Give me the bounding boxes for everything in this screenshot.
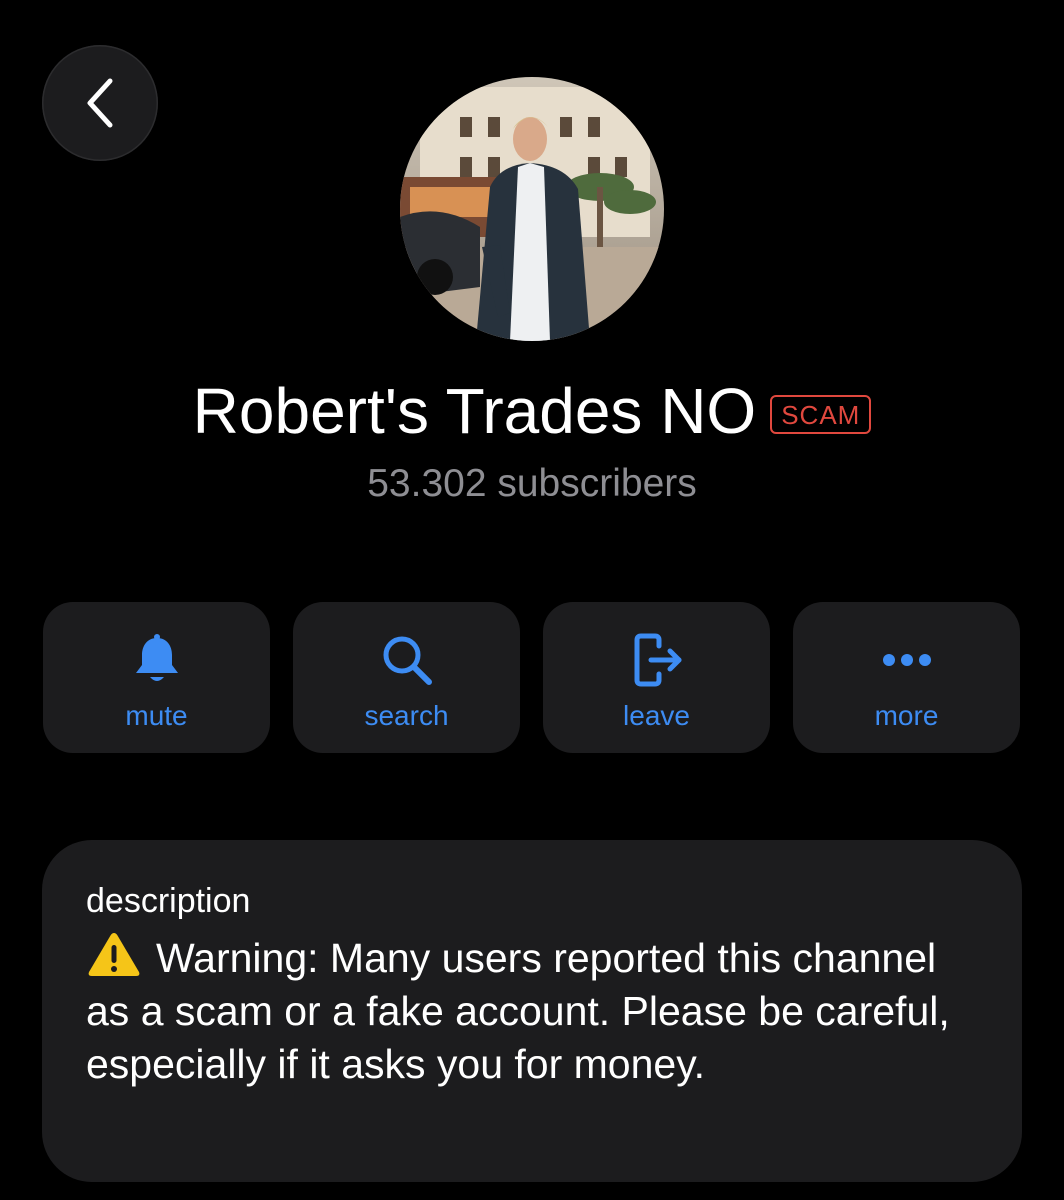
channel-title-row: Robert's Trades NO SCAM (0, 373, 1064, 449)
warning-icon (86, 930, 142, 978)
search-button[interactable]: search (293, 602, 520, 753)
bell-icon (127, 632, 187, 688)
leave-button[interactable]: leave (543, 602, 770, 753)
leave-label: leave (623, 700, 690, 731)
mute-button[interactable]: mute (43, 602, 270, 753)
channel-name: Robert's Trades NO (192, 375, 757, 447)
channel-avatar[interactable] (400, 77, 664, 341)
search-label: search (364, 700, 449, 731)
description-text-block: Warning: Many users reported this channe… (86, 930, 978, 1091)
more-label: more (874, 700, 939, 731)
description-text: Warning: Many users reported this channe… (86, 935, 950, 1087)
description-card: description Warning: Many users reported… (42, 840, 1022, 1182)
avatar-photo (400, 77, 664, 341)
mute-label: mute (125, 700, 188, 731)
scam-badge: SCAM (770, 394, 872, 434)
action-bar: mute search leave more (43, 602, 1021, 753)
more-button[interactable]: more (793, 602, 1020, 753)
search-icon (377, 632, 437, 688)
description-label: description (86, 882, 251, 920)
leave-icon (627, 632, 687, 688)
chevron-left-icon (87, 78, 113, 128)
more-dots-icon (877, 632, 937, 688)
back-button[interactable] (42, 45, 158, 161)
subscriber-count: 53.302 subscribers (367, 462, 697, 505)
